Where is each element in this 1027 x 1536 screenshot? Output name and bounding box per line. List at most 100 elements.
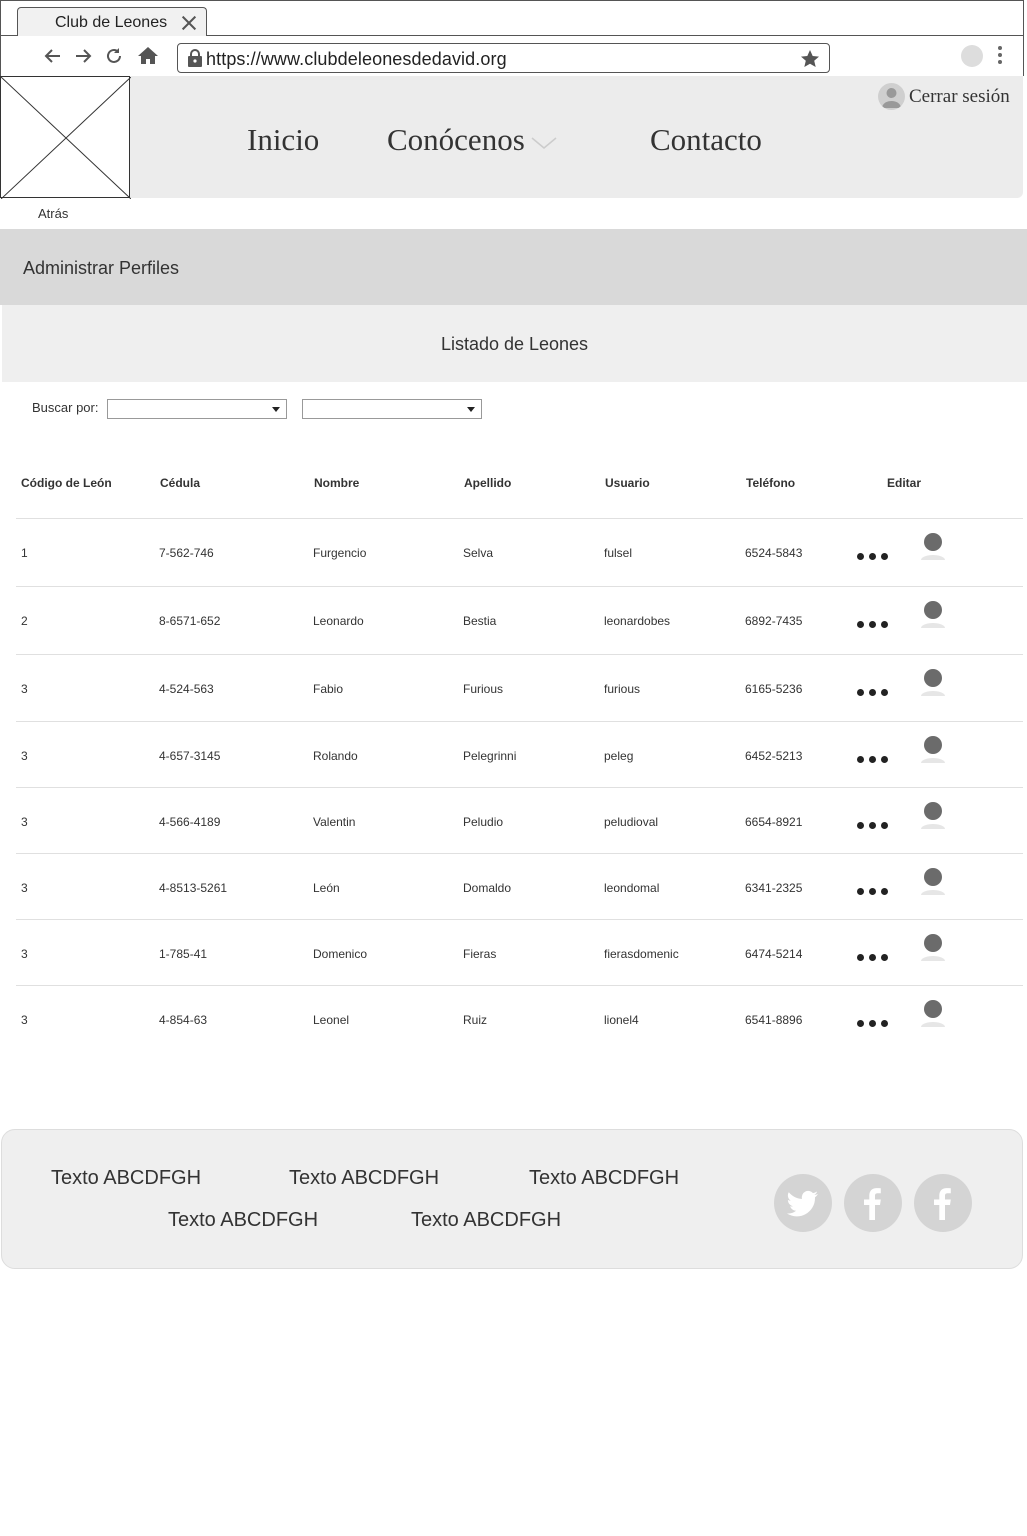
cell-nombre: Domenico bbox=[313, 947, 368, 961]
column-header-telefono: Teléfono bbox=[746, 476, 796, 490]
user-avatar-icon bbox=[878, 83, 905, 110]
cell-codigo: 3 bbox=[21, 749, 28, 763]
edit-profile-icon[interactable] bbox=[918, 867, 946, 897]
section-title-band: Listado de Leones bbox=[2, 305, 1027, 382]
footer-link[interactable]: Texto ABCDFGH bbox=[168, 1209, 318, 1232]
search-value-select[interactable] bbox=[302, 399, 482, 419]
cell-apellido: Furious bbox=[463, 682, 504, 696]
cell-telefono: 6341-2325 bbox=[745, 881, 803, 895]
browser-menu-icon[interactable] bbox=[995, 46, 1005, 66]
edit-profile-icon[interactable] bbox=[918, 801, 946, 831]
page-title: Administrar Perfiles bbox=[23, 258, 180, 278]
cell-nombre: Leonardo bbox=[313, 614, 364, 628]
cell-cedula: 4-657-3145 bbox=[159, 749, 221, 763]
column-header-usuario: Usuario bbox=[605, 476, 650, 490]
lock-icon bbox=[187, 49, 203, 72]
cell-codigo: 2 bbox=[21, 614, 28, 628]
cell-codigo: 1 bbox=[21, 546, 28, 560]
cell-usuario: leondomal bbox=[604, 881, 660, 895]
cell-apellido: Bestia bbox=[463, 614, 497, 628]
cell-cedula: 4-8513-5261 bbox=[159, 881, 228, 895]
cell-nombre: Rolando bbox=[313, 749, 358, 763]
column-header-cedula: Cédula bbox=[160, 476, 201, 490]
reload-icon[interactable] bbox=[103, 45, 125, 67]
footer-link[interactable]: Texto ABCDFGH bbox=[529, 1167, 679, 1190]
home-icon[interactable] bbox=[137, 45, 159, 67]
logout-label: Cerrar sesión bbox=[909, 86, 1010, 107]
page-title-band: Administrar Perfiles bbox=[0, 229, 1027, 305]
cell-nombre: Leonel bbox=[313, 1013, 350, 1027]
back-arrow-icon[interactable] bbox=[42, 45, 64, 67]
facebook-icon[interactable] bbox=[844, 1174, 902, 1232]
more-options-icon[interactable] bbox=[857, 683, 893, 701]
cell-telefono: 6654-8921 bbox=[745, 815, 803, 829]
nav-item-conocenos[interactable]: Conócenos bbox=[387, 122, 525, 158]
edit-profile-icon[interactable] bbox=[918, 668, 946, 698]
close-icon[interactable] bbox=[180, 14, 198, 32]
cell-cedula: 8-6571-652 bbox=[159, 614, 221, 628]
edit-profile-icon[interactable] bbox=[918, 600, 946, 630]
footer-link[interactable]: Texto ABCDFGH bbox=[51, 1167, 201, 1190]
cell-nombre: Fabio bbox=[313, 682, 344, 696]
edit-profile-icon[interactable] bbox=[918, 532, 946, 562]
back-link[interactable]: Atrás bbox=[38, 206, 68, 221]
section-title: Listado de Leones bbox=[440, 334, 589, 354]
search-field-select[interactable] bbox=[107, 399, 287, 419]
cell-cedula: 4-524-563 bbox=[159, 682, 214, 696]
browser-window: Club de Leones https://www.clubdeleonesd… bbox=[0, 0, 1024, 76]
url-text: https://www.clubdeleonesdedavid.org bbox=[206, 49, 507, 69]
browser-tabbar: Club de Leones bbox=[1, 1, 1023, 36]
site-header: Inicio Conócenos Contacto Cerrar sesión bbox=[0, 76, 1023, 199]
cell-codigo: 3 bbox=[21, 815, 28, 829]
cell-telefono: 6892-7435 bbox=[745, 614, 803, 628]
edit-profile-icon[interactable] bbox=[918, 999, 946, 1029]
cell-codigo: 3 bbox=[21, 1013, 28, 1027]
site-footer: Texto ABCDFGH Texto ABCDFGH Texto ABCDFG… bbox=[1, 1129, 1023, 1269]
cell-apellido: Domaldo bbox=[463, 881, 512, 895]
search-by-label: Buscar por: bbox=[32, 400, 99, 415]
cell-usuario: lionel4 bbox=[604, 1013, 639, 1027]
cell-usuario: fulsel bbox=[604, 546, 633, 560]
cell-nombre: Furgencio bbox=[313, 546, 367, 560]
column-header-codigo: Código de León bbox=[21, 476, 112, 490]
cell-telefono: 6524-5843 bbox=[745, 546, 803, 560]
cell-cedula: 4-566-4189 bbox=[159, 815, 221, 829]
chevron-down-icon[interactable] bbox=[531, 136, 557, 155]
edit-profile-icon[interactable] bbox=[918, 933, 946, 963]
edit-profile-icon[interactable] bbox=[918, 735, 946, 765]
cell-cedula: 7-562-746 bbox=[159, 546, 214, 560]
browser-toolbar: https://www.clubdeleonesdedavid.org bbox=[1, 36, 1023, 76]
cell-telefono: 6165-5236 bbox=[745, 682, 803, 696]
cell-nombre: Valentin bbox=[313, 815, 356, 829]
twitter-icon[interactable] bbox=[774, 1174, 832, 1232]
more-options-icon[interactable] bbox=[857, 816, 893, 834]
cell-apellido: Ruiz bbox=[463, 1013, 488, 1027]
cell-usuario: peleg bbox=[604, 749, 634, 763]
more-options-icon[interactable] bbox=[857, 547, 893, 565]
browser-profile-icon[interactable] bbox=[961, 45, 983, 67]
more-options-icon[interactable] bbox=[857, 1014, 893, 1032]
cell-nombre: León bbox=[313, 881, 340, 895]
address-bar[interactable]: https://www.clubdeleonesdedavid.org bbox=[177, 43, 830, 73]
nav-item-inicio[interactable]: Inicio bbox=[247, 122, 319, 158]
more-options-icon[interactable] bbox=[857, 948, 893, 966]
browser-tab[interactable]: Club de Leones bbox=[17, 7, 207, 36]
cell-apellido: Fieras bbox=[463, 947, 497, 961]
cell-telefono: 6541-8896 bbox=[745, 1013, 803, 1027]
footer-link[interactable]: Texto ABCDFGH bbox=[411, 1209, 561, 1232]
more-options-icon[interactable] bbox=[857, 882, 893, 900]
facebook-icon[interactable] bbox=[914, 1174, 972, 1232]
forward-arrow-icon[interactable] bbox=[72, 45, 94, 67]
footer-link[interactable]: Texto ABCDFGH bbox=[289, 1167, 439, 1190]
nav-item-contacto[interactable]: Contacto bbox=[650, 122, 762, 158]
cell-apellido: Pelegrinni bbox=[463, 749, 517, 763]
cell-codigo: 3 bbox=[21, 881, 28, 895]
cell-apellido: Peludio bbox=[463, 815, 504, 829]
more-options-icon[interactable] bbox=[857, 750, 893, 768]
cell-usuario: fierasdomenic bbox=[604, 947, 679, 961]
more-options-icon[interactable] bbox=[857, 615, 893, 633]
cell-telefono: 6452-5213 bbox=[745, 749, 803, 763]
bookmark-star-icon[interactable] bbox=[800, 49, 820, 74]
cell-apellido: Selva bbox=[463, 546, 494, 560]
column-header-editar: Editar bbox=[887, 476, 922, 490]
